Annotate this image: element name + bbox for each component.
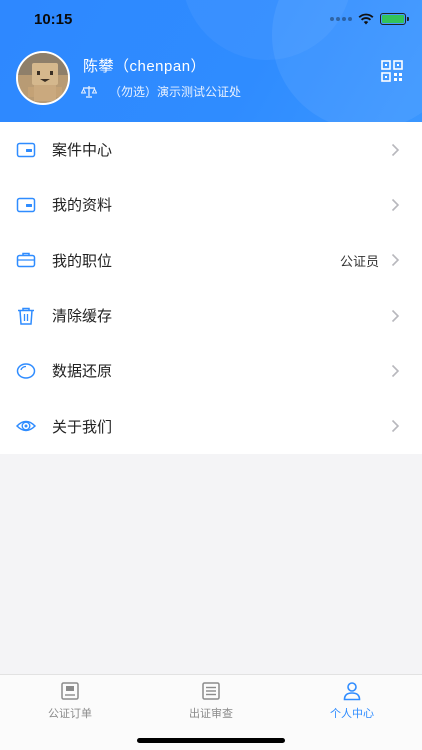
menu-label: 数据还原 [52,362,113,381]
menu-label: 我的资料 [52,196,113,215]
briefcase-icon [16,252,36,268]
menu-item-clear-cache[interactable]: 清除缓存 [0,288,422,343]
home-indicator[interactable] [137,738,285,743]
battery-icon [380,13,409,25]
trash-icon [18,307,34,325]
chevron-right-icon [391,198,400,212]
tab-certificate-review[interactable]: 出证审查 [141,681,281,721]
menu-label: 案件中心 [52,141,113,160]
chevron-right-icon [391,143,400,156]
id-card-icon [16,197,36,213]
organization-line[interactable]: （勿选）演示测试公证处 [81,83,241,100]
status-bar: 10:15 [0,0,422,40]
tab-label: 出证审查 [189,707,233,720]
restore-icon [16,363,36,379]
menu-label: 我的职位 [52,251,113,270]
user-name: 陈攀（chenpan） [83,58,207,75]
menu-item-my-position[interactable]: 我的职位 公证员 [0,233,422,288]
tab-notary-orders[interactable]: 公证订单 [0,681,140,721]
menu-item-about-us[interactable]: 关于我们 [0,398,422,453]
chevron-right-icon [391,309,400,322]
settings-menu: 案件中心 我的资料 我的职位 公证员 清除缓存 数据还原 关于我们 [0,122,422,454]
menu-item-my-profile[interactable]: 我的资料 [0,177,422,232]
menu-label: 清除缓存 [52,307,113,326]
menu-item-case-center[interactable]: 案件中心 [0,122,422,177]
position-value: 公证员 [339,254,379,270]
status-icons [330,13,409,25]
menu-item-data-restore[interactable]: 数据还原 [0,343,422,398]
signal-icon [330,17,352,21]
chevron-right-icon [391,254,400,267]
review-list-icon [202,682,220,700]
chevron-right-icon [391,420,400,433]
chevron-right-icon [391,364,400,377]
status-time: 10:15 [34,11,73,28]
person-icon [343,682,361,701]
menu-label: 关于我们 [52,417,113,436]
about-icon [16,420,36,432]
organization-name: （勿选）演示测试公证处 [109,85,242,99]
order-icon [61,682,79,700]
avatar[interactable] [16,51,70,105]
wifi-icon [358,13,374,25]
profile-header: 10:15 陈攀（chenpan） （勿选）演示测试公证处 [0,0,422,122]
qr-code-icon[interactable] [381,60,403,82]
tab-personal-center[interactable]: 个人中心 [282,681,422,721]
scales-icon [81,86,97,98]
avatar-image [18,53,68,103]
folder-card-icon [16,142,36,157]
tab-label: 公证订单 [48,707,92,720]
tab-label: 个人中心 [330,707,374,720]
